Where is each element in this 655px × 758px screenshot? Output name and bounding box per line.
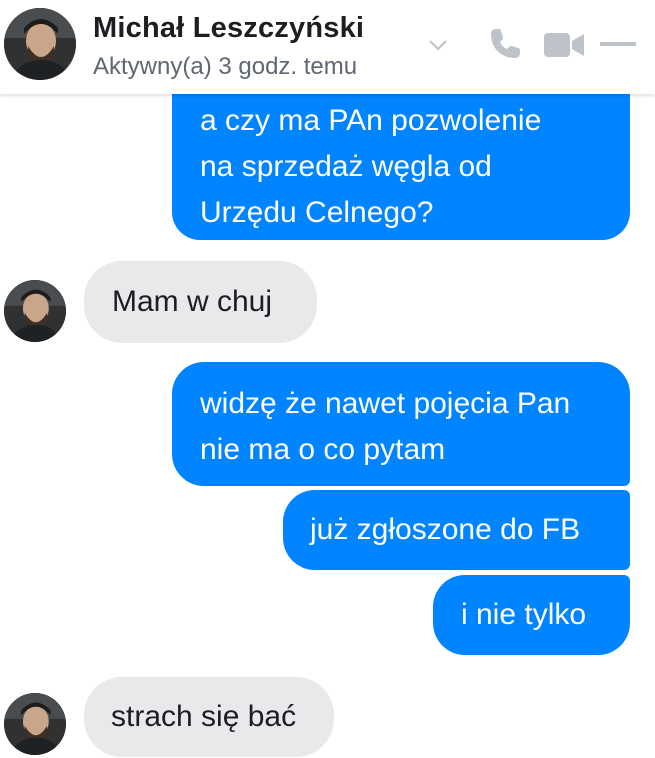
outgoing-message-bubble[interactable]: już zgłoszone do FB (283, 490, 630, 570)
avatar-photo (4, 693, 66, 755)
outgoing-message-bubble[interactable]: a czy ma PAn pozwolenie na sprzedaż węgl… (172, 70, 630, 240)
minimize-icon[interactable] (600, 41, 636, 47)
chat-window: Michał Leszczyński Aktywny(a) 3 godz. te… (0, 0, 655, 758)
incoming-message-bubble[interactable]: strach się bać (84, 677, 334, 757)
video-camera-icon[interactable] (542, 29, 586, 61)
incoming-message-bubble[interactable]: Mam w chuj (84, 261, 317, 343)
outgoing-message-bubble[interactable]: i nie tylko (433, 575, 630, 655)
message-line: widzę że nawet pojęcia Pan (200, 387, 571, 420)
contact-avatar[interactable] (4, 8, 76, 80)
message-line: nie ma o co pytam (200, 433, 446, 466)
avatar-photo (4, 280, 66, 342)
avatar-photo (4, 8, 76, 80)
chevron-down-icon[interactable] (428, 37, 448, 53)
chat-header: Michał Leszczyński Aktywny(a) 3 godz. te… (0, 0, 655, 94)
message-line: a czy ma PAn pozwolenie (200, 104, 542, 137)
contact-avatar-small[interactable] (4, 280, 66, 342)
contact-status: Aktywny(a) 3 godz. temu (93, 53, 358, 80)
contact-name[interactable]: Michał Leszczyński (93, 12, 364, 45)
outgoing-message-bubble[interactable]: widzę że nawet pojęcia Pan nie ma o co p… (172, 362, 630, 486)
phone-icon[interactable] (487, 26, 523, 62)
contact-avatar-small[interactable] (4, 693, 66, 755)
message-line: na sprzedaż węgla od (200, 150, 492, 183)
message-line: Urzędu Celnego? (200, 196, 434, 229)
